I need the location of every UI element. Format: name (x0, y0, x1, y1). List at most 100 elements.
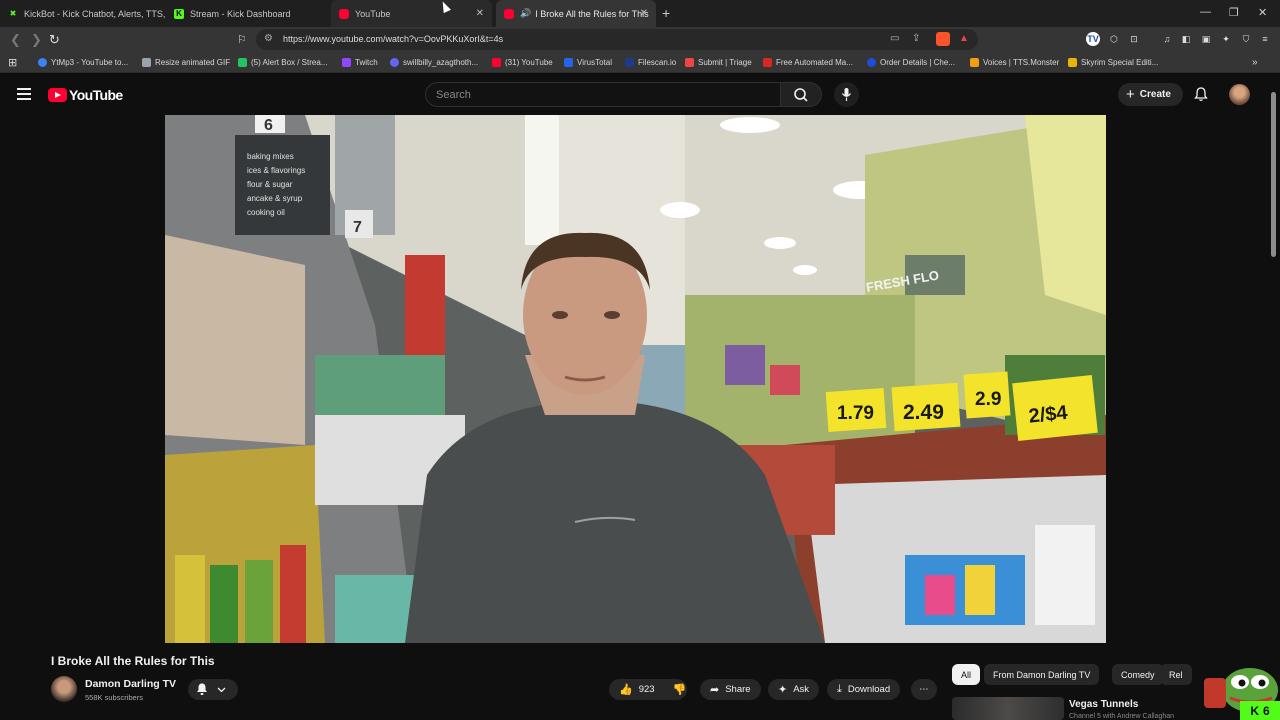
tab-kick-dashboard[interactable]: K Stream - Kick Dashboard (166, 0, 328, 27)
bookmark-label: Free Automated Ma... (776, 58, 853, 67)
leo-ai-icon[interactable]: ✦ (1219, 32, 1233, 46)
more-bookmarks-icon[interactable]: » (1252, 52, 1258, 73)
subscribed-button[interactable] (188, 679, 238, 700)
minimize-icon[interactable]: — (1200, 6, 1211, 18)
youtube-masthead: YouTube Search + Create (0, 73, 1280, 115)
brave-shields-icon[interactable] (936, 32, 950, 46)
url-text[interactable]: https://www.youtube.com/watch?v=OovPKKuX… (283, 34, 503, 44)
chip-related[interactable]: Rel (1160, 664, 1192, 685)
bookmark-item[interactable]: Submit | Triage (685, 52, 752, 73)
channel-name[interactable]: Damon Darling TV (85, 678, 176, 690)
address-bar-row: ❮ ❯ ↻ ⚐ ⚙ https://www.youtube.com/watch?… (0, 27, 1280, 52)
apps-grid-icon[interactable]: ⊞ (8, 52, 17, 73)
kick-logo-icon: K (1250, 703, 1259, 718)
aisle-sign-line: flour & sugar (247, 180, 293, 189)
voice-search-button[interactable] (834, 82, 859, 107)
bookmark-favicon (238, 58, 247, 67)
microphone-icon (842, 88, 851, 101)
recommendation-thumbnail[interactable] (952, 697, 1064, 720)
bookmark-item[interactable]: Order Details | Che... (867, 52, 955, 73)
video-frame: baking mixes ices & flavorings flour & s… (165, 115, 1106, 643)
bookmark-item[interactable]: Filescan.io (625, 52, 676, 73)
share-button[interactable]: ➦ Share (700, 679, 761, 700)
close-tab-icon[interactable]: ✕ (476, 8, 484, 19)
bookmark-item[interactable]: Resize animated GIF (142, 52, 230, 73)
create-button[interactable]: + Create (1118, 83, 1183, 106)
screenshot-icon[interactable]: ⊡ (1127, 32, 1141, 46)
aisle-sign-line: ices & flavorings (247, 166, 305, 175)
bookmark-label: VirusTotal (577, 58, 612, 67)
more-actions-button[interactable]: ⋯ (911, 679, 937, 700)
forward-icon[interactable]: ❯ (31, 32, 42, 48)
share-page-icon[interactable]: ⇪ (912, 33, 920, 44)
share-icon: ➦ (710, 684, 720, 696)
ask-button[interactable]: ✦ Ask (768, 679, 820, 700)
price-tag: 2/$4 (1028, 402, 1070, 428)
back-icon[interactable]: ❮ (10, 32, 21, 48)
bookmark-icon[interactable]: ⚐ (237, 33, 247, 46)
ask-label: Ask (793, 684, 810, 695)
sidebar-icon[interactable]: ◧ (1179, 32, 1193, 46)
address-bar[interactable]: ⚙ https://www.youtube.com/watch?v=OovPKK… (256, 29, 978, 50)
notifications-button[interactable] (1193, 86, 1209, 107)
like-count[interactable]: 923 (639, 684, 655, 695)
vpn-icon[interactable]: ⛉ (1239, 32, 1253, 46)
video-player[interactable]: baking mixes ices & flavorings flour & s… (165, 115, 1106, 643)
reload-icon[interactable]: ↻ (49, 32, 60, 48)
new-tab-button[interactable]: + (662, 5, 670, 21)
download-button[interactable]: ⤓ Download (827, 679, 901, 700)
bookmark-item[interactable]: (31) YouTube (492, 52, 553, 73)
search-input[interactable]: Search (425, 82, 781, 107)
menu-icon[interactable]: ≡ (1258, 32, 1272, 46)
bookmark-item[interactable]: VirusTotal (564, 52, 612, 73)
cast-icon[interactable]: ▭ (890, 33, 899, 44)
hamburger-menu-icon[interactable] (17, 88, 31, 100)
search-button[interactable] (781, 82, 822, 107)
chip-comedy[interactable]: Comedy (1112, 664, 1164, 685)
bookmark-favicon (625, 58, 634, 67)
youtube-logo[interactable]: YouTube (48, 87, 123, 103)
aisle-number: 6 (264, 117, 273, 134)
bookmark-favicon (1068, 58, 1077, 67)
bookmark-favicon (38, 58, 47, 67)
bookmark-favicon (564, 58, 573, 67)
bookmark-item[interactable]: Skyrim Special Editi... (1068, 52, 1158, 73)
page-scrollbar[interactable] (1271, 92, 1276, 257)
wallet-icon[interactable]: ▣ (1199, 32, 1213, 46)
close-window-icon[interactable]: ✕ (1258, 6, 1267, 19)
tab-youtube[interactable]: YouTube ✕ (331, 0, 492, 27)
bookmark-item[interactable]: Voices | TTS.Monster (970, 52, 1059, 73)
extensions-icon[interactable]: ⬡ (1107, 32, 1121, 46)
thumbs-up-icon[interactable]: 👍 (619, 683, 633, 696)
tab-kickbot[interactable]: ✖ KickBot - Kick Chatbot, Alerts, TTS, O (0, 0, 165, 27)
extension-tv-icon[interactable]: TV (1086, 32, 1100, 46)
sparkle-icon: ✦ (778, 684, 788, 696)
bookmark-item[interactable]: YtMp3 - YouTube to... (38, 52, 128, 73)
bookmark-label: (5) Alert Box / Strea... (251, 58, 328, 67)
recommendation-title[interactable]: Vegas Tunnels (1069, 699, 1138, 710)
bookmark-item[interactable]: (5) Alert Box / Strea... (238, 52, 327, 73)
brave-rewards-icon[interactable]: ▲ (959, 33, 969, 44)
youtube-icon (339, 8, 349, 19)
bookmark-item[interactable]: swillbilly_azagthoth... (390, 52, 478, 73)
audio-playing-icon[interactable]: 🔊 (520, 8, 531, 19)
close-tab-icon[interactable]: ✕ (640, 8, 648, 19)
media-controls-icon[interactable]: ♫ (1160, 32, 1174, 46)
bookmarks-bar: ⊞ YtMp3 - YouTube to... Resize animated … (0, 52, 1280, 73)
thumbs-down-icon[interactable]: 👎 (673, 683, 687, 696)
chip-all[interactable]: All (952, 664, 981, 685)
bookmark-label: Resize animated GIF (155, 58, 231, 67)
channel-avatar[interactable] (51, 676, 77, 702)
bookmark-label: Order Details | Che... (880, 58, 955, 67)
bell-icon (1194, 87, 1208, 101)
bookmark-label: (31) YouTube (505, 58, 553, 67)
account-avatar[interactable] (1229, 84, 1250, 105)
restore-icon[interactable]: ❐ (1229, 6, 1239, 19)
tab-title: I Broke All the Rules for This (535, 8, 649, 19)
chip-from-channel[interactable]: From Damon Darling TV (984, 664, 1100, 685)
bookmark-item[interactable]: Free Automated Ma... (763, 52, 853, 73)
site-info-icon[interactable]: ⚙ (264, 33, 273, 44)
tab-video[interactable]: 🔊 I Broke All the Rules for This ✕ (496, 0, 656, 27)
bookmark-item[interactable]: Twitch (342, 52, 378, 73)
search-icon (794, 88, 808, 102)
